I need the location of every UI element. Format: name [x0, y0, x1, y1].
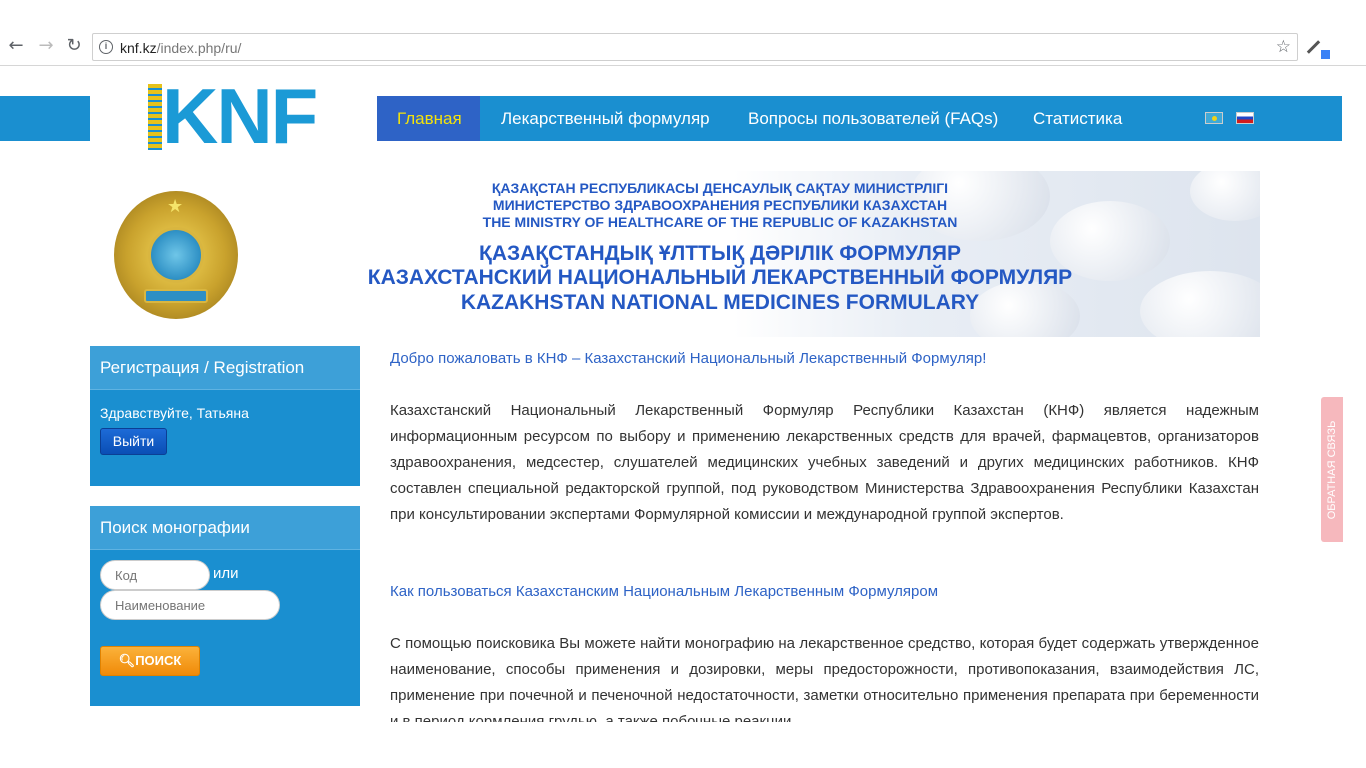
formulary-title-kz: ҚАЗАҚСТАНДЫҚ ҰЛТТЫҚ ДӘРІЛІК ФОРМУЛЯР	[479, 242, 961, 265]
url-text: knf.kz/index.php/ru/	[120, 40, 241, 56]
nav-item-faqs[interactable]: Вопросы пользователей (FAQs)	[748, 96, 998, 141]
nav-item-statistics[interactable]: Статистика	[1033, 96, 1122, 141]
ru-flag-icon[interactable]	[1236, 112, 1254, 124]
code-input[interactable]	[100, 560, 210, 590]
bookmark-star-icon[interactable]: ☆	[1276, 37, 1291, 57]
header-band	[0, 96, 90, 141]
logo-text: KNF	[162, 72, 318, 160]
search-panel: Поиск монографии или 🔍︎ПОИСК	[90, 506, 360, 706]
kz-flag-icon[interactable]	[1205, 112, 1223, 124]
main-content: Добро пожаловать в КНФ – Казахстанский Н…	[390, 346, 1259, 722]
ministry-title-en: THE MINISTRY OF HEALTHCARE OF THE REPUBL…	[482, 214, 958, 230]
browser-toolbar: ← → ↻ i knf.kz/index.php/ru/ ☆	[0, 0, 1366, 66]
address-bar[interactable]: i knf.kz/index.php/ru/ ☆	[92, 33, 1298, 61]
name-input[interactable]	[100, 590, 280, 620]
state-emblem-icon: ★	[114, 191, 238, 319]
back-icon[interactable]: ←	[6, 36, 26, 56]
search-button[interactable]: 🔍︎ПОИСК	[100, 646, 200, 676]
intro-paragraph: Казахстанский Национальный Лекарственный…	[390, 402, 1259, 523]
search-button-label: ПОИСК	[135, 653, 182, 668]
url-host: knf.kz	[120, 40, 157, 56]
registration-panel: Регистрация / Registration Здравствуйте,…	[90, 346, 360, 486]
header-banner: ★ ҚАЗАҚСТАН РЕСПУБЛИКАСЫ ДЕНСАУЛЫҚ САҚТА…	[90, 171, 1260, 337]
reload-icon[interactable]: ↻	[64, 36, 84, 56]
user-greeting: Здравствуйте, Татьяна	[100, 405, 249, 421]
welcome-link[interactable]: Добро пожаловать в КНФ – Казахстанский Н…	[390, 346, 986, 372]
nav-item-formulary[interactable]: Лекарственный формуляр	[501, 96, 710, 141]
logout-button[interactable]: Выйти	[100, 428, 167, 455]
ornament-icon	[148, 84, 162, 150]
search-icon: 🔍︎	[118, 653, 136, 668]
feedback-tab[interactable]: ОБРАТНАЯ СВЯЗЬ	[1321, 397, 1343, 542]
formulary-title-ru: КАЗАХСТАНСКИЙ НАЦИОНАЛЬНЫЙ ЛЕКАРСТВЕННЫЙ…	[367, 266, 1073, 289]
nav-item-home[interactable]: Главная	[377, 96, 480, 141]
ministry-title-ru: МИНИСТЕРСТВО ЗДРАВООХРАНЕНИЯ РЕСПУБЛИКИ …	[492, 197, 948, 213]
site-logo[interactable]: KNF	[148, 76, 323, 156]
info-icon[interactable]: i	[99, 40, 113, 54]
forward-icon[interactable]: →	[36, 36, 56, 56]
main-nav: Главная Лекарственный формуляр Вопросы п…	[377, 96, 1342, 141]
howto-link[interactable]: Как пользоваться Казахстанским Националь…	[390, 579, 938, 605]
extension-icon[interactable]	[1306, 37, 1330, 59]
or-label: или	[213, 565, 239, 582]
feedback-label: ОБРАТНАЯ СВЯЗЬ	[1326, 420, 1338, 519]
registration-title: Регистрация / Registration	[90, 346, 360, 390]
formulary-title-en: KAZAKHSTAN NATIONAL MEDICINES FORMULARY	[460, 291, 980, 314]
ministry-title-kz: ҚАЗАҚСТАН РЕСПУБЛИКАСЫ ДЕНСАУЛЫҚ САҚТАУ …	[491, 180, 949, 196]
howto-paragraph: С помощью поисковика Вы можете найти мон…	[390, 635, 1259, 722]
search-title: Поиск монографии	[90, 506, 360, 550]
url-path: /index.php/ru/	[156, 40, 242, 56]
